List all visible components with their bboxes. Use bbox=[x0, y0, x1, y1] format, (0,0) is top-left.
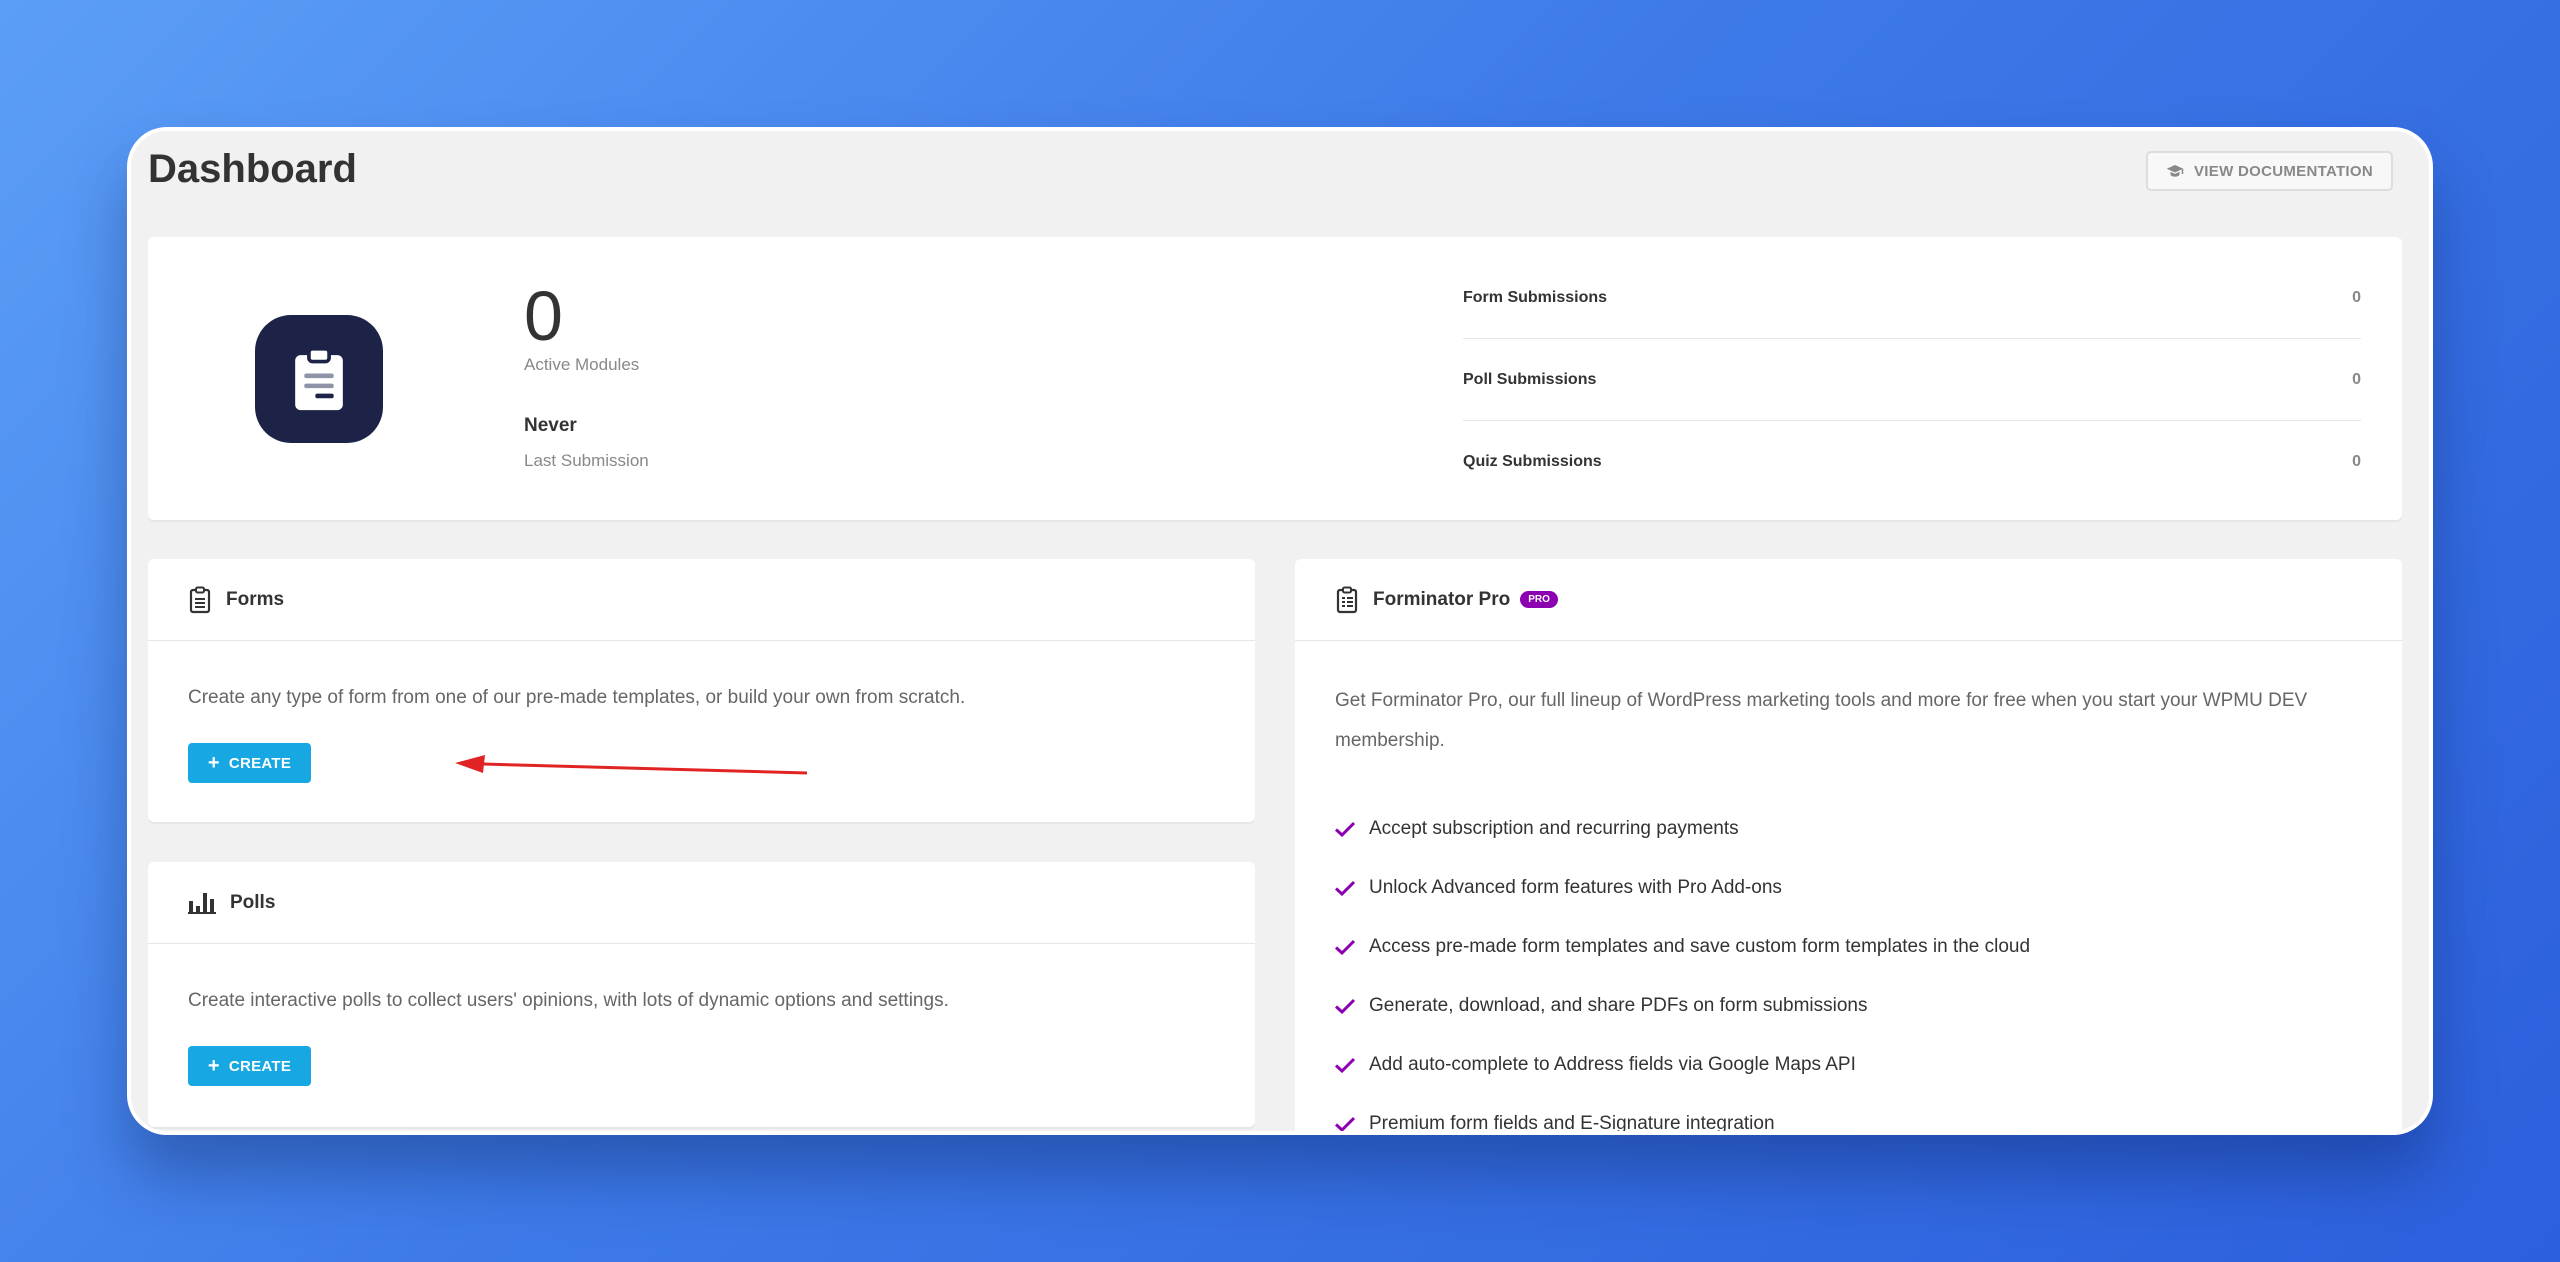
clipboard-list-icon bbox=[1336, 586, 1358, 613]
clipboard-icon bbox=[189, 586, 211, 613]
check-icon bbox=[1335, 1116, 1355, 1131]
feature-label: Add auto-complete to Address fields via … bbox=[1369, 1053, 1856, 1075]
last-submission-value: Never bbox=[524, 415, 577, 436]
plus-icon: + bbox=[207, 1055, 220, 1077]
stat-row-form-submissions: Form Submissions 0 bbox=[1463, 257, 2361, 339]
forminator-pro-card: Forminator Pro PRO Get Forminator Pro, o… bbox=[1295, 559, 2402, 1134]
check-icon bbox=[1335, 821, 1355, 837]
stat-label: Poll Submissions bbox=[1463, 370, 1597, 388]
pro-header: Forminator Pro PRO bbox=[1295, 559, 2402, 641]
polls-header: Polls bbox=[148, 862, 1255, 944]
pro-title: Forminator Pro bbox=[1373, 588, 1511, 610]
check-icon bbox=[1335, 880, 1355, 896]
list-item: Unlock Advanced form features with Pro A… bbox=[1335, 858, 2030, 917]
last-submission-label: Last Submission bbox=[524, 451, 649, 470]
polls-description: Create interactive polls to collect user… bbox=[188, 990, 949, 1011]
check-icon bbox=[1335, 1057, 1355, 1073]
page-title: Dashboard bbox=[148, 147, 357, 191]
stat-value: 0 bbox=[2352, 453, 2361, 470]
stat-row-poll-submissions: Poll Submissions 0 bbox=[1463, 339, 2361, 421]
polls-title: Polls bbox=[230, 891, 276, 913]
list-item: Premium form fields and E-Signature inte… bbox=[1335, 1094, 2030, 1134]
check-icon bbox=[1335, 939, 1355, 955]
polls-card: Polls Create interactive polls to collec… bbox=[148, 862, 1255, 1127]
active-modules-label: Active Modules bbox=[524, 355, 640, 374]
stat-value: 0 bbox=[2352, 370, 2361, 388]
view-documentation-button[interactable]: VIEW DOCUMENTATION bbox=[2146, 151, 2393, 191]
clipboard-icon bbox=[255, 315, 383, 443]
list-item: Generate, download, and share PDFs on fo… bbox=[1335, 976, 2030, 1035]
stat-value: 0 bbox=[2352, 288, 2361, 306]
list-item: Accept subscription and recurring paymen… bbox=[1335, 799, 2030, 858]
active-modules-count: 0 bbox=[524, 277, 563, 355]
forms-card: Forms Create any type of form from one o… bbox=[148, 559, 1255, 822]
stat-row-quiz-submissions: Quiz Submissions 0 bbox=[1463, 421, 2361, 503]
pro-badge: PRO bbox=[1520, 591, 1558, 608]
dashboard-window: Dashboard VIEW DOCUMENTATION 0 Active Mo… bbox=[127, 127, 2433, 1135]
feature-label: Accept subscription and recurring paymen… bbox=[1369, 817, 1739, 839]
feature-label: Access pre-made form templates and save … bbox=[1369, 935, 2031, 957]
feature-label: Generate, download, and share PDFs on fo… bbox=[1369, 994, 1868, 1016]
feature-label: Premium form fields and E-Signature inte… bbox=[1369, 1112, 1775, 1134]
bar-chart-icon bbox=[188, 892, 216, 914]
stat-label: Quiz Submissions bbox=[1463, 453, 1602, 470]
list-item: Access pre-made form templates and save … bbox=[1335, 917, 2030, 976]
view-documentation-label: VIEW DOCUMENTATION bbox=[2194, 162, 2373, 180]
check-icon bbox=[1335, 998, 1355, 1014]
plus-icon: + bbox=[207, 752, 220, 774]
stat-label: Form Submissions bbox=[1463, 288, 1608, 306]
create-form-label: CREATE bbox=[228, 754, 292, 772]
create-poll-label: CREATE bbox=[228, 1057, 292, 1075]
create-poll-button[interactable]: + CREATE bbox=[188, 1046, 311, 1086]
submission-stats: Form Submissions 0 Poll Submissions 0 Qu… bbox=[1463, 257, 2361, 503]
forms-title: Forms bbox=[226, 588, 285, 610]
summary-card: 0 Active Modules Never Last Submission F… bbox=[148, 237, 2402, 520]
feature-label: Unlock Advanced form features with Pro A… bbox=[1369, 876, 1782, 898]
pro-description: Get Forminator Pro, our full lineup of W… bbox=[1335, 690, 2308, 751]
forms-description: Create any type of form from one of our … bbox=[188, 687, 966, 708]
graduation-cap-icon bbox=[2166, 165, 2184, 177]
forms-header: Forms bbox=[148, 559, 1255, 641]
create-form-button[interactable]: + CREATE bbox=[188, 743, 311, 783]
list-item: Add auto-complete to Address fields via … bbox=[1335, 1035, 2030, 1094]
pro-feature-list: Accept subscription and recurring paymen… bbox=[1335, 799, 2030, 1134]
